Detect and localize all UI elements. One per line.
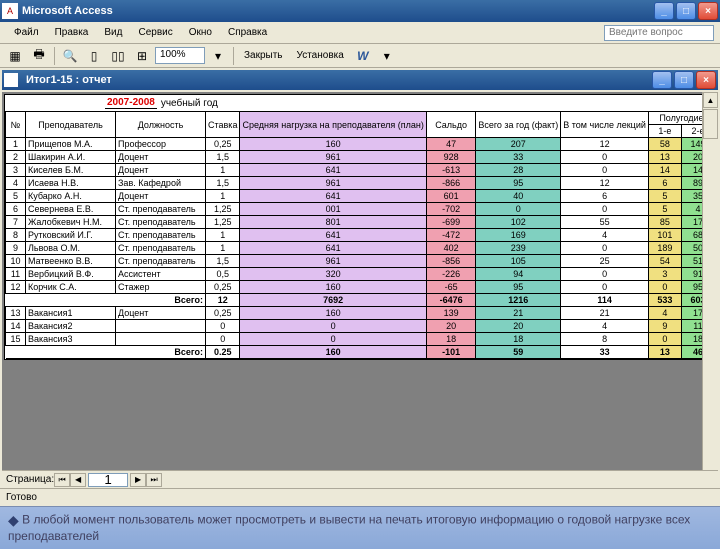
prev-page-icon[interactable]: ◀ xyxy=(70,473,86,487)
col-balance: Сальдо xyxy=(426,112,475,138)
menu-edit[interactable]: Правка xyxy=(47,25,97,40)
scroll-thumb[interactable] xyxy=(703,109,718,139)
col-sem1: 1-е xyxy=(648,125,681,138)
child-close-button[interactable]: × xyxy=(696,71,716,89)
report-icon xyxy=(4,73,18,87)
close-preview-button[interactable]: Закрыть xyxy=(238,48,289,63)
summary-label: Всего: xyxy=(6,294,206,307)
report-page: 2007-2008 учебный год № Преподаватель До… xyxy=(4,94,716,360)
col-lections: В том числе лекций xyxy=(561,112,649,138)
vertical-scrollbar[interactable]: ▲ xyxy=(702,92,718,470)
help-search-input[interactable] xyxy=(604,25,714,41)
menu-view[interactable]: Вид xyxy=(96,25,130,40)
summary-label: Всего: xyxy=(6,346,206,359)
table-row: 12Корчик С.А.Стажер0,25160-65950095 xyxy=(6,281,715,294)
menu-window[interactable]: Окно xyxy=(181,25,220,40)
report-table: № Преподаватель Должность Ставка Средняя… xyxy=(5,111,715,359)
col-avg-load: Средняя нагрузка на преподавателя (план) xyxy=(240,112,426,138)
next-page-icon[interactable]: ▶ xyxy=(130,473,146,487)
table-row: 1Прищепов М.А.Профессор0,251604720712581… xyxy=(6,138,715,151)
table-row: 13Вакансия1Доцент0,251601392121417 xyxy=(6,307,715,320)
status-text: Готово xyxy=(6,492,37,503)
menubar: Файл Правка Вид Сервис Окно Справка xyxy=(0,22,720,44)
toolbar-onepage-icon[interactable]: ▯ xyxy=(83,46,105,66)
page-navigator: Страница: ⏮ ◀ ▶ ⏭ xyxy=(2,470,718,488)
toolbar: ▦ 🖶 🔍 ▯ ▯▯ ⊞ 100% ▾ Закрыть Установка W … xyxy=(0,44,720,68)
maximize-button[interactable]: □ xyxy=(676,2,696,20)
table-row: 4Исаева Н.В.Зав. Кафедрой1,5961-86695126… xyxy=(6,177,715,190)
toolbar-view-icon[interactable]: ▦ xyxy=(4,46,26,66)
table-row: 2Шакирин А.И.Доцент1,59619283301320 xyxy=(6,151,715,164)
table-row: 14Вакансия20020204911 xyxy=(6,320,715,333)
child-title: Итог1-15 : отчет xyxy=(22,74,652,86)
table-row: 7Жалобкевич Н.М.Ст. преподаватель1,25801… xyxy=(6,216,715,229)
menu-file[interactable]: Файл xyxy=(6,25,47,40)
dropdown-icon[interactable]: ▾ xyxy=(207,46,229,66)
table-row: 9Львова О.М.Ст. преподаватель16414022390… xyxy=(6,242,715,255)
page-label: Страница: xyxy=(6,474,54,485)
zoom-combo[interactable]: 100% xyxy=(155,47,205,64)
toolbar-multipage-icon[interactable]: ⊞ xyxy=(131,46,153,66)
close-button[interactable]: × xyxy=(698,2,718,20)
setup-button[interactable]: Установка xyxy=(291,48,350,63)
dropdown-icon[interactable]: ▾ xyxy=(376,46,398,66)
col-total-year: Всего за год (факт) xyxy=(476,112,561,138)
app-title: Microsoft Access xyxy=(22,5,654,17)
table-row: 5Кубарко А.Н.Доцент1641601406535 xyxy=(6,190,715,203)
minimize-button[interactable]: _ xyxy=(654,2,674,20)
access-icon: A xyxy=(2,3,18,19)
table-row: 6Севернева Е.В.Ст. преподаватель1,25001-… xyxy=(6,203,715,216)
table-row: 3Киселев Б.М.Доцент1641-6132801414 xyxy=(6,164,715,177)
scroll-up-icon[interactable]: ▲ xyxy=(703,92,718,108)
word-icon[interactable]: W xyxy=(352,46,374,66)
col-rate: Ставка xyxy=(206,112,240,138)
app-titlebar: A Microsoft Access _ □ × xyxy=(0,0,720,22)
col-num: № xyxy=(6,112,26,138)
toolbar-twopage-icon[interactable]: ▯▯ xyxy=(107,46,129,66)
last-page-icon[interactable]: ⏭ xyxy=(146,473,162,487)
toolbar-zoom-icon[interactable]: 🔍 xyxy=(59,46,81,66)
caption-text: В любой момент пользователь может просмо… xyxy=(8,512,690,543)
summary-row-2: Всего: 0.25 160 -101 59 33 13 46 xyxy=(6,346,715,359)
toolbar-print-icon[interactable]: 🖶 xyxy=(28,46,50,66)
table-row: 11Вербицкий В.Ф.Ассистент0,5320-22694039… xyxy=(6,268,715,281)
menu-help[interactable]: Справка xyxy=(220,25,275,40)
year-label: учебный год xyxy=(161,98,218,109)
bullet-icon: ◆ xyxy=(8,512,19,528)
first-page-icon[interactable]: ⏮ xyxy=(54,473,70,487)
col-position: Должность xyxy=(116,112,206,138)
year-range: 2007-2008 xyxy=(105,97,157,109)
statusbar: Готово xyxy=(0,488,720,506)
child-maximize-button[interactable]: □ xyxy=(674,71,694,89)
table-row: 15Вакансия30018188018 xyxy=(6,333,715,346)
child-minimize-button[interactable]: _ xyxy=(652,71,672,89)
slide-caption: ◆ В любой момент пользователь может прос… xyxy=(0,506,720,549)
child-titlebar: Итог1-15 : отчет _ □ × xyxy=(2,70,718,90)
menu-service[interactable]: Сервис xyxy=(130,25,180,40)
table-row: 8Рутковский И.Г.Ст. преподаватель1641-47… xyxy=(6,229,715,242)
page-input[interactable] xyxy=(88,473,128,487)
summary-row-1: Всего: 12 7692 -6476 1216 114 533 603 xyxy=(6,294,715,307)
table-row: 10Матвеенко В.В.Ст. преподаватель1,5961-… xyxy=(6,255,715,268)
report-viewport: ▲ 2007-2008 учебный год № Преподаватель … xyxy=(2,92,718,470)
col-teacher: Преподаватель xyxy=(26,112,116,138)
